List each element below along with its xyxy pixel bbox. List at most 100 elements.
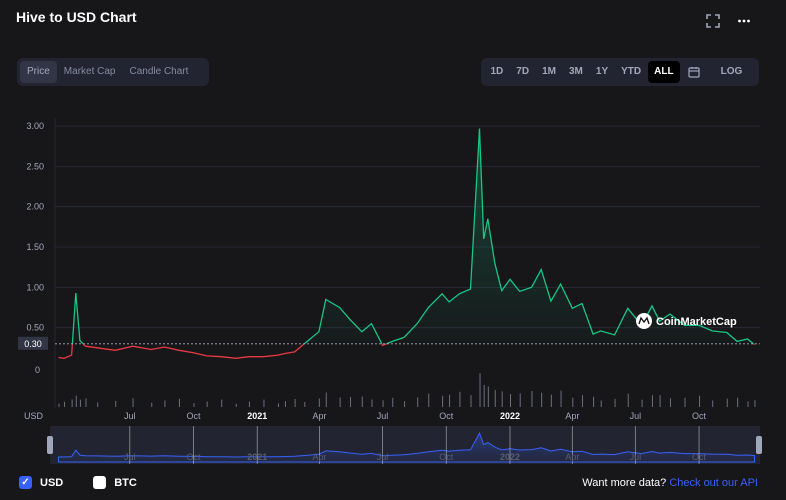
range-navigator[interactable]: Jul Oct 2021 Apr Jul Oct 2022 Apr Jul Oct — [47, 426, 762, 464]
volume-bar — [71, 399, 73, 407]
tab-price[interactable]: Price — [20, 61, 57, 83]
chart-grid — [54, 118, 760, 408]
volume-bar — [361, 396, 363, 407]
volume-bar — [501, 391, 503, 407]
navigator-tick-label: Jul — [124, 452, 136, 462]
navigator-tick-label: Oct — [186, 452, 201, 462]
volume-bar — [58, 403, 60, 407]
fullscreen-icon — [706, 14, 720, 28]
volume-bar — [132, 398, 134, 407]
volume-bar — [659, 395, 661, 407]
volume-bar — [151, 402, 153, 407]
volume-bar — [97, 402, 99, 407]
navigator-left-handle[interactable] — [47, 436, 53, 454]
legend: ✓ USD BTC — [19, 476, 137, 489]
volume-bar — [294, 399, 296, 407]
volume-bar — [193, 403, 195, 407]
volume-bar — [550, 394, 552, 407]
legend-btc: BTC — [114, 476, 137, 489]
btc-checkbox[interactable] — [93, 476, 107, 489]
volume-bar — [470, 395, 472, 407]
range-ytd[interactable]: YTD — [615, 61, 648, 83]
x-tick-label: Jul — [124, 411, 136, 421]
volume-bar — [449, 394, 451, 407]
volume-bar — [442, 395, 444, 407]
log-toggle[interactable]: LOG — [714, 61, 749, 83]
y-tick-label: 1.50 — [26, 242, 44, 252]
currency-axis-label: USD — [24, 411, 44, 421]
volume-bar — [531, 391, 533, 407]
volume-bar — [235, 403, 237, 407]
tab-candle-chart[interactable]: Candle Chart — [122, 61, 195, 83]
volume-bar — [221, 399, 223, 407]
volume-bar — [600, 400, 602, 407]
volume-bar — [684, 397, 686, 407]
navigator-right-handle[interactable] — [756, 436, 762, 454]
volume-bar — [371, 399, 373, 407]
calendar-icon — [688, 67, 700, 78]
volume-bar — [669, 398, 671, 407]
volume-bar — [572, 397, 574, 407]
volume-bar — [284, 401, 286, 407]
volume-bar — [382, 400, 384, 407]
volume-bar — [754, 400, 756, 407]
x-tick-label: Apr — [565, 411, 579, 421]
volume-bar — [79, 399, 81, 407]
price-chart: 0.50 1.00 1.50 2.00 2.50 3.00 0.30 0 USD Jul O… — [18, 118, 762, 464]
y-tick-label: 2.00 — [26, 202, 44, 212]
volume-bar — [85, 398, 87, 407]
volume-bar — [560, 390, 562, 407]
time-range-selector: 1D 7D 1M 3M 1Y YTD ALL LOG — [481, 58, 759, 86]
volume-bar — [641, 399, 643, 407]
api-link[interactable]: Check out our API — [669, 477, 758, 489]
watermark-text: CoinMarketCap — [656, 316, 737, 328]
range-1y[interactable]: 1Y — [589, 61, 614, 83]
volume-bar — [614, 398, 616, 407]
baseline-label: 0.30 — [24, 339, 42, 349]
volume-bar — [64, 401, 66, 407]
volume-bar — [75, 395, 77, 407]
volume-bar — [325, 392, 327, 407]
range-1d[interactable]: 1D — [484, 61, 510, 83]
volume-bar — [350, 397, 352, 407]
volume-bar — [339, 397, 341, 407]
range-all[interactable]: ALL — [647, 61, 681, 83]
usd-checkbox[interactable]: ✓ — [19, 476, 32, 489]
y-tick-label: 2.50 — [26, 161, 44, 171]
volume-bar — [747, 401, 749, 407]
x-tick-label: Jul — [630, 411, 642, 421]
volume-bars — [58, 373, 756, 407]
range-1m[interactable]: 1M — [536, 61, 563, 83]
x-tick-label: 2022 — [500, 411, 520, 421]
volume-bar — [494, 390, 496, 407]
chart-type-tabs: Price Market Cap Candle Chart — [17, 58, 209, 86]
range-3m[interactable]: 3M — [563, 61, 590, 83]
y-tick-label: 1.00 — [26, 282, 44, 292]
volume-bar — [277, 403, 279, 407]
navigator-tick-label: Oct — [439, 452, 454, 462]
fullscreen-button[interactable] — [702, 12, 724, 34]
volume-bar — [206, 401, 208, 407]
api-promo-text: Want more data? — [582, 477, 667, 489]
range-7d[interactable]: 7D — [510, 61, 536, 83]
more-button[interactable] — [733, 12, 755, 34]
navigator-tick-label: Jul — [630, 452, 642, 462]
volume-bar — [487, 386, 489, 407]
x-tick-label: Oct — [186, 411, 201, 421]
volume-bar — [164, 400, 166, 407]
volume-bar — [483, 385, 485, 407]
volume-bar — [479, 373, 481, 407]
x-tick-label: Apr — [313, 411, 327, 421]
volume-bar — [178, 398, 180, 407]
volume-bar — [417, 397, 419, 407]
tab-market-cap[interactable]: Market Cap — [57, 61, 123, 83]
y-tick-label: 3.00 — [26, 121, 44, 131]
calendar-button[interactable] — [683, 61, 705, 83]
x-tick-label: Oct — [692, 411, 707, 421]
volume-bar — [115, 400, 117, 407]
volume-bar — [392, 397, 394, 407]
volume-bar — [519, 393, 521, 407]
api-promo: Want more data? Check out our API — [582, 477, 758, 489]
navigator-tick-label: Apr — [313, 452, 327, 462]
volume-axis-label: 0 — [35, 365, 40, 375]
